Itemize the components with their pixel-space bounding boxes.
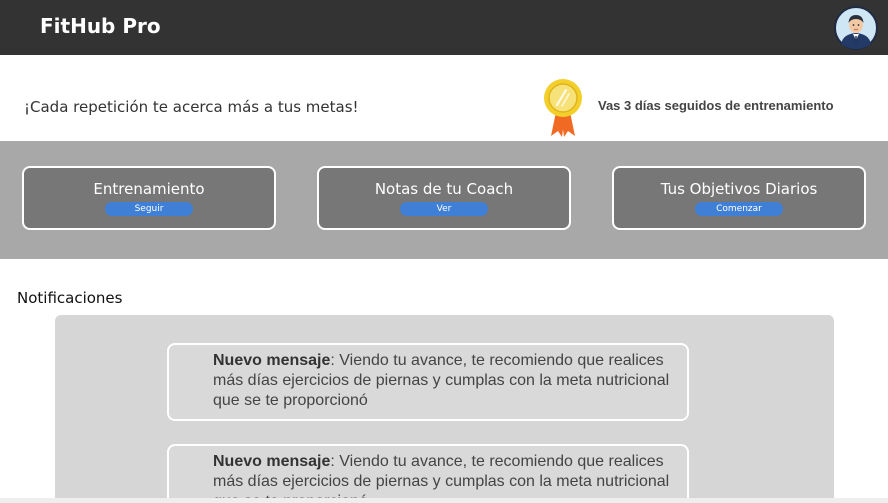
- card-title: Entrenamiento: [93, 180, 205, 198]
- top-bar: FitHub Pro: [0, 0, 888, 55]
- card-title: Tus Objetivos Diarios: [660, 180, 818, 198]
- notifications-heading: Notificaciones: [17, 289, 123, 307]
- medal-icon: [542, 78, 584, 138]
- app-title: FitHub Pro: [40, 14, 161, 38]
- seguir-button[interactable]: Seguir: [105, 202, 193, 216]
- ver-button[interactable]: Ver: [400, 202, 488, 216]
- comenzar-button[interactable]: Comenzar: [695, 202, 783, 216]
- card-notas-coach[interactable]: Notas de tu Coach Ver: [317, 166, 571, 230]
- card-objetivos-diarios[interactable]: Tus Objetivos Diarios Comenzar: [612, 166, 866, 230]
- notification-item[interactable]: Nuevo mensaje: Viendo tu avance, te reco…: [167, 343, 689, 421]
- card-entrenamiento[interactable]: Entrenamiento Seguir: [22, 166, 276, 230]
- notification-label: Nuevo mensaje: [213, 352, 331, 369]
- notification-item[interactable]: Nuevo mensaje: Viendo tu avance, te reco…: [167, 444, 689, 503]
- card-title: Notas de tu Coach: [374, 180, 514, 198]
- notifications-panel[interactable]: Nuevo mensaje: Viendo tu avance, te reco…: [55, 315, 834, 503]
- motivation-text: ¡Cada repetición te acerca más a tus met…: [24, 98, 359, 116]
- user-avatar-icon[interactable]: [834, 6, 878, 50]
- bottom-strip: [0, 498, 888, 503]
- streak-text: Vas 3 días seguidos de entrenamiento: [598, 98, 834, 113]
- notification-label: Nuevo mensaje: [213, 453, 331, 470]
